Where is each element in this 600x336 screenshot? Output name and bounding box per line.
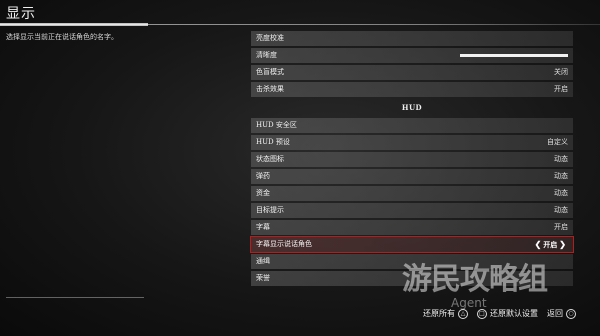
menu-item-brightness-calibration[interactable]: 亮度校准: [251, 31, 573, 46]
menu-item-value: 关闭: [554, 68, 568, 76]
menu-item-label: 字幕显示说话角色: [256, 240, 312, 248]
restore-all-label: 还原所有: [423, 309, 455, 318]
menu-item-label: 字幕: [256, 223, 270, 231]
menu-item-kill-effect[interactable]: 击杀效果 开启: [251, 82, 573, 97]
chevron-left-icon[interactable]: ❮: [535, 237, 542, 252]
description-divider: [6, 297, 144, 298]
menu-item-value: 开启: [543, 240, 558, 249]
menu-item-value: 自定义: [547, 138, 568, 146]
back-label: 返回: [547, 309, 563, 318]
back-button[interactable]: 返回 ○: [547, 308, 576, 319]
clarity-slider[interactable]: [460, 54, 568, 57]
menu-item-label: 弹药: [256, 172, 270, 180]
restore-defaults-button[interactable]: □ 还原默认设置: [477, 308, 538, 319]
menu-item-value: 动态: [554, 206, 568, 214]
menu-item-money[interactable]: 资金 动态: [251, 186, 573, 201]
menu-item-value: 动态: [554, 172, 568, 180]
title-divider: [0, 23, 600, 26]
footer-actions: 还原所有 △ □ 还原默认设置 返回 ○: [414, 308, 576, 319]
menu-item-label: 状态图标: [256, 155, 284, 163]
settings-menu: 亮度校准 清晰度 色盲模式 关闭 击杀效果 开启 HUD HUD 安全区 HUD…: [250, 31, 574, 288]
chevron-right-icon[interactable]: ❯: [559, 237, 566, 252]
menu-item-label: 击杀效果: [256, 85, 284, 93]
restore-all-button[interactable]: 还原所有 △: [423, 308, 468, 319]
menu-item-hud-preset[interactable]: HUD 预设 自定义: [251, 135, 573, 150]
menu-item-label: 目标提示: [256, 206, 284, 214]
menu-item-subtitle-speaker-name[interactable]: 字幕显示说话角色 ❮ 开启 ❯: [250, 236, 574, 253]
menu-item-label: 清晰度: [256, 51, 277, 59]
menu-item-label: 亮度校准: [256, 34, 284, 42]
menu-item-value: 动态: [554, 155, 568, 163]
menu-item-value-selector[interactable]: ❮ 开启 ❯: [533, 237, 568, 252]
menu-item-ammo[interactable]: 弹药 动态: [251, 169, 573, 184]
menu-item-label: HUD 安全区: [256, 121, 297, 129]
square-button-icon: □: [477, 308, 487, 319]
watermark-logo: 游民攻略组: [402, 262, 548, 297]
menu-item-value: 开启: [554, 223, 568, 231]
menu-item-label: 通缉: [256, 257, 270, 265]
option-description: 选择显示当前正在说话角色的名字。: [6, 33, 118, 41]
menu-item-value: 开启: [554, 85, 568, 93]
menu-item-hud-safe-zone[interactable]: HUD 安全区: [251, 118, 573, 133]
menu-item-value: 动态: [554, 189, 568, 197]
circle-button-icon: ○: [566, 308, 576, 319]
menu-item-status-icons[interactable]: 状态图标 动态: [251, 152, 573, 167]
section-header-hud: HUD: [401, 103, 423, 112]
menu-item-label: 色盲模式: [256, 68, 284, 76]
menu-item-label: 资金: [256, 189, 270, 197]
restore-defaults-label: 还原默认设置: [490, 309, 538, 318]
menu-item-clarity[interactable]: 清晰度: [251, 48, 573, 63]
menu-item-objective-hints[interactable]: 目标提示 动态: [251, 203, 573, 218]
menu-item-label: 荣誉: [256, 274, 270, 282]
triangle-button-icon: △: [458, 308, 468, 319]
menu-item-label: HUD 预设: [256, 138, 290, 146]
page-title: 显示: [6, 6, 36, 22]
menu-item-colorblind-mode[interactable]: 色盲模式 关闭: [251, 65, 573, 80]
menu-item-subtitles[interactable]: 字幕 开启: [251, 220, 573, 235]
